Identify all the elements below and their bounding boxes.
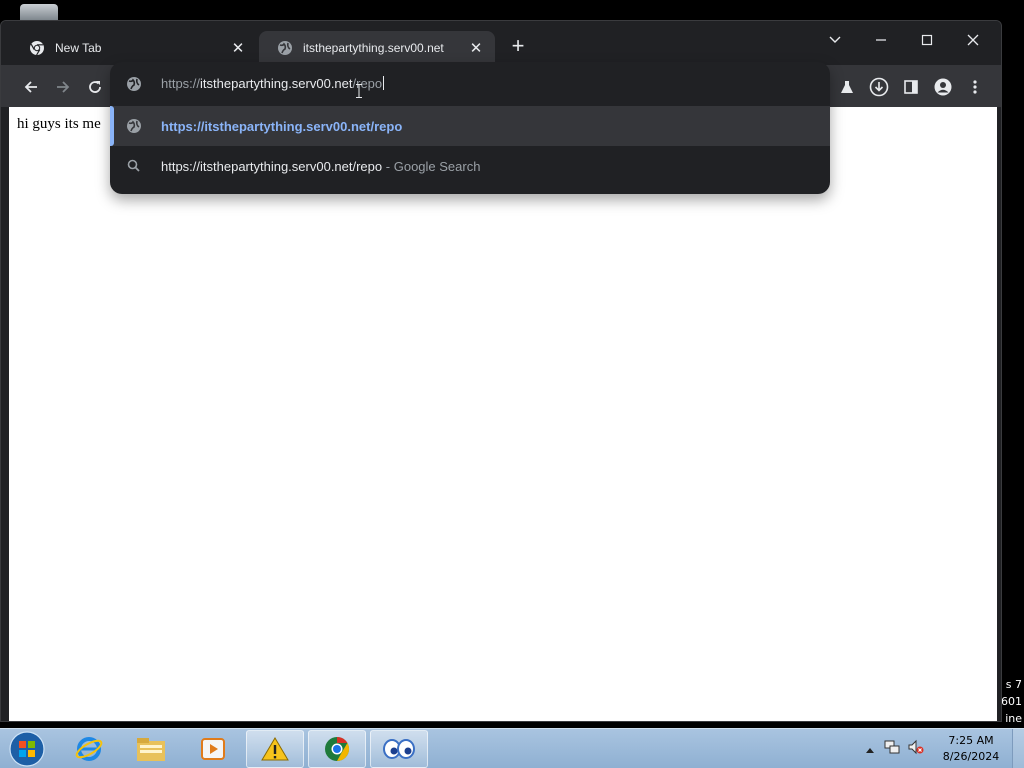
tab-active-site[interactable]: itsthepartything.serv00.net ✕ [259,31,495,65]
suggestion-search[interactable]: https://itsthepartything.serv00.net/repo… [110,146,830,186]
close-tab-icon[interactable]: ✕ [229,39,247,57]
clock[interactable]: 7:25 AM 8/26/2024 [942,733,1000,765]
back-arrow-icon[interactable] [17,73,45,101]
menu-dots-icon[interactable] [961,73,989,101]
globe-icon [277,40,293,56]
show-hidden-icons-icon[interactable] [866,740,874,758]
reload-icon[interactable] [81,73,109,101]
profile-icon[interactable] [929,73,957,101]
recycle-bin-icon[interactable] [20,4,58,20]
clock-date: 8/26/2024 [942,750,1000,763]
warning-app-icon[interactable] [246,730,304,768]
tab-strip: New Tab ✕ itsthepartything.serv00.net ✕ … [1,21,1001,65]
clock-time: 7:25 AM [948,734,994,747]
globe-icon [126,118,142,134]
minimize-icon[interactable] [861,25,901,55]
selection-indicator [110,106,114,146]
watermark-line: ine [1005,712,1022,725]
page-content: hi guys its me [9,107,997,721]
taskbar: 7:25 AM 8/26/2024 [0,728,1024,768]
file-explorer-icon[interactable] [122,730,180,768]
watermark-line: 601 [1001,695,1022,708]
windows-watermark: s 7 601 ine [1000,676,1022,728]
address-text[interactable]: https://itsthepartything.serv00.net/repo [161,76,385,91]
url-scheme: https:// [161,76,201,91]
search-query: https://itsthepartything.serv00.net/repo [161,159,383,174]
maximize-icon[interactable] [907,25,947,55]
text-caret [383,76,385,90]
search-icon [126,158,142,174]
chrome-icon [29,40,45,56]
labs-flask-icon[interactable] [833,73,861,101]
text-cursor-icon [356,84,362,98]
download-icon[interactable] [865,73,893,101]
address-bar[interactable]: https://itsthepartything.serv00.net/repo [110,62,830,106]
close-tab-icon[interactable]: ✕ [467,39,485,57]
tab-new-tab[interactable]: New Tab ✕ [11,31,257,65]
media-player-icon[interactable] [184,730,242,768]
start-button[interactable] [7,730,47,768]
show-desktop-button[interactable] [1012,729,1024,768]
tab-title: itsthepartything.serv00.net [303,41,444,55]
url-host: itsthepartything.serv00.net [200,76,353,91]
eyes-app-icon[interactable] [370,730,428,768]
network-icon[interactable] [884,739,900,760]
new-tab-button[interactable]: + [506,35,530,59]
suggestion-search-text: https://itsthepartything.serv00.net/repo… [161,159,480,174]
globe-icon [126,76,142,92]
watermark-line: s 7 [1005,678,1022,691]
close-window-icon[interactable] [953,25,993,55]
volume-muted-icon[interactable] [908,739,924,760]
internet-explorer-icon[interactable] [60,730,118,768]
search-provider: Google Search [393,159,481,174]
chrome-taskbar-icon[interactable] [308,730,366,768]
search-separator: - [385,159,391,174]
suggestion-url-text: https://itsthepartything.serv00.net/repo [161,119,403,134]
side-panel-icon[interactable] [897,73,925,101]
page-body-text: hi guys its me [17,116,101,132]
suggestion-url[interactable]: https://itsthepartything.serv00.net/repo [110,106,830,146]
omnibox-dropdown: https://itsthepartything.serv00.net/repo… [110,62,830,194]
tab-title: New Tab [55,41,102,55]
tab-search-icon[interactable] [815,25,855,55]
forward-arrow-icon[interactable] [49,73,77,101]
